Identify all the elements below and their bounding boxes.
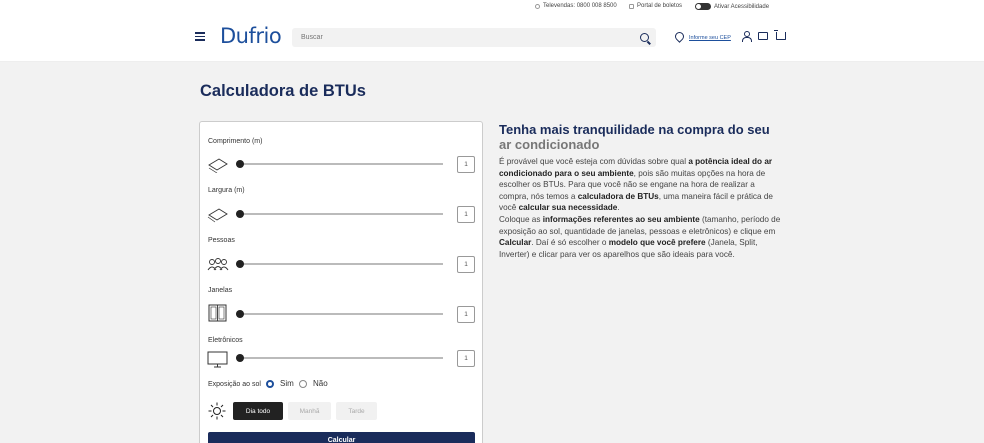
phone-icon — [535, 3, 540, 9]
menu-icon[interactable] — [195, 32, 205, 41]
length-icon — [208, 158, 228, 173]
portal-boletos-link[interactable]: Portal de boletos — [629, 3, 682, 9]
p2-text: . Daí é só escolher o — [531, 238, 609, 248]
slider-thumb[interactable] — [236, 160, 244, 168]
pessoas-slider[interactable] — [236, 259, 443, 269]
info-paragraph-1: É provável que você esteja com dúvidas s… — [499, 156, 785, 214]
info-section: Tenha mais tranquilidade na compra do se… — [499, 122, 785, 260]
user-icon[interactable] — [742, 31, 752, 42]
p1-text: . — [617, 203, 620, 213]
location-pin-icon[interactable] — [673, 30, 686, 43]
portal-boletos-text: Portal de boletos — [637, 3, 683, 9]
sun-yes-label[interactable]: Sim — [280, 379, 294, 388]
sun-yes-radio[interactable] — [266, 380, 274, 388]
page-title: Calculadora de BTUs — [200, 82, 366, 100]
janelas-label: Janelas — [208, 287, 233, 294]
accessibility-text: Ativar Acessibilidade — [714, 3, 770, 10]
window-icon — [208, 304, 227, 322]
chat-icon[interactable] — [758, 32, 768, 40]
period-manha-button[interactable]: Manhã — [288, 402, 331, 420]
comprimento-slider[interactable] — [236, 159, 443, 169]
main-header: Dufrio Informe seu CEP — [0, 12, 984, 62]
cart-icon[interactable] — [774, 30, 786, 40]
utility-bar: Televendas: 0800 008 8500 Portal de bole… — [0, 0, 984, 12]
info-paragraph-2: Coloque as informações referentes ao seu… — [499, 214, 785, 260]
tv-icon — [207, 351, 228, 368]
p2-bold: modelo que você prefere — [608, 238, 706, 248]
televendas-info[interactable]: Televendas: 0800 008 8500 — [535, 3, 617, 9]
info-title-main: Tenha mais tranquilidade na compra do se… — [499, 122, 770, 137]
sun-exposure-label: Exposição ao sol — [208, 381, 261, 388]
people-icon — [207, 258, 229, 271]
search-icon[interactable] — [640, 33, 649, 42]
largura-value[interactable]: 1 — [457, 206, 475, 223]
sun-no-label[interactable]: Não — [313, 379, 328, 388]
comprimento-value[interactable]: 1 — [457, 156, 475, 173]
slider-thumb[interactable] — [236, 210, 244, 218]
info-title: Tenha mais tranquilidade na compra do se… — [499, 122, 785, 152]
televendas-text: Televendas: 0800 008 8500 — [543, 3, 617, 9]
accessibility-toggle[interactable]: Ativar Acessibilidade — [695, 3, 769, 10]
calculate-button[interactable]: Calcular — [208, 432, 475, 443]
period-tarde-button[interactable]: Tarde — [336, 402, 377, 420]
info-title-highlight: ar condicionado — [499, 137, 600, 152]
search-input[interactable] — [292, 28, 656, 47]
toggle-switch-icon[interactable] — [695, 3, 711, 10]
eletronicos-value[interactable]: 1 — [457, 350, 475, 367]
sun-no-radio[interactable] — [299, 380, 307, 388]
janelas-value[interactable]: 1 — [457, 306, 475, 323]
p2-bold: Calcular — [499, 238, 532, 248]
period-dia-todo-button[interactable]: Dia todo — [233, 402, 283, 420]
comprimento-label: Comprimento (m) — [208, 138, 263, 145]
slider-thumb[interactable] — [236, 354, 244, 362]
width-icon — [207, 208, 228, 223]
btu-calculator-form: Comprimento (m) 1 Largura (m) 1 Pessoas … — [199, 121, 483, 443]
document-icon — [629, 3, 634, 9]
eletronicos-label: Eletrônicos — [208, 337, 243, 344]
sun-icon — [208, 402, 226, 420]
eletronicos-slider[interactable] — [236, 353, 443, 363]
p1-text: É provável que você esteja com dúvidas s… — [499, 157, 689, 166]
janelas-slider[interactable] — [236, 309, 443, 319]
largura-label: Largura (m) — [208, 187, 245, 194]
pessoas-label: Pessoas — [208, 237, 235, 244]
dufrio-logo[interactable]: Dufrio — [220, 24, 282, 48]
p2-bold: informações referentes ao seu ambiente — [542, 214, 700, 224]
slider-thumb[interactable] — [236, 310, 244, 318]
largura-slider[interactable] — [236, 209, 443, 219]
pessoas-value[interactable]: 1 — [457, 256, 475, 273]
p1-bold: calcular sua necessidade — [518, 203, 618, 213]
p1-bold: calculadora de BTUs — [577, 191, 659, 201]
slider-thumb[interactable] — [236, 260, 244, 268]
p2-text: Coloque as — [499, 214, 543, 224]
cep-link[interactable]: Informe seu CEP — [689, 35, 731, 41]
